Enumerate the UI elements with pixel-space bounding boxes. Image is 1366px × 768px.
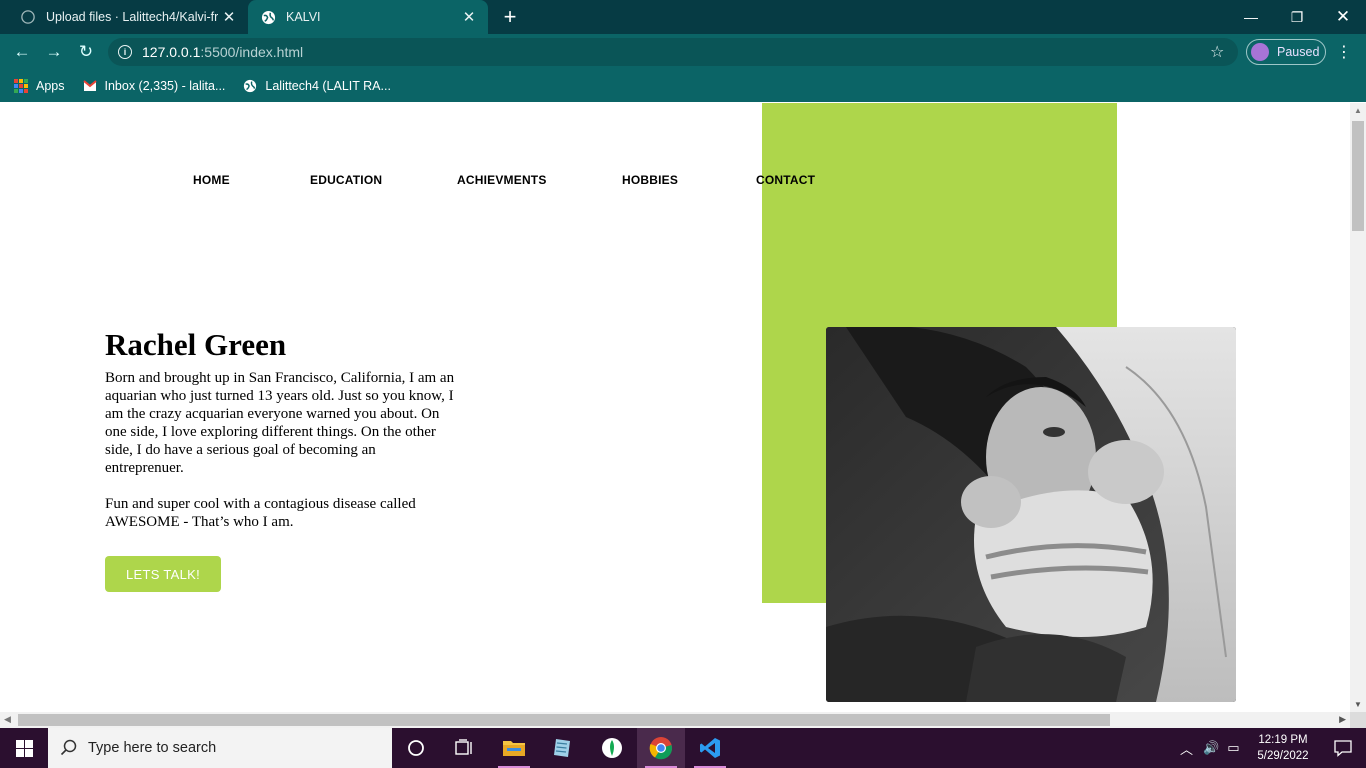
close-icon[interactable]: ✕ — [218, 6, 240, 28]
folder-icon — [503, 741, 525, 756]
close-window-button[interactable]: ✕ — [1320, 0, 1366, 34]
close-icon[interactable]: ✕ — [458, 6, 480, 28]
task-view-button[interactable] — [440, 728, 488, 768]
nav-home[interactable]: HOME — [193, 173, 230, 187]
scroll-right-icon[interactable]: ▶ — [1339, 714, 1346, 725]
mongodb-icon — [602, 738, 622, 758]
info-icon[interactable]: i — [118, 45, 132, 59]
url-path: :5500/index.html — [200, 44, 304, 60]
notification-icon — [1334, 740, 1352, 757]
browser-toolbar: ← → ↻ i 127.0.0.1:5500/index.html ☆ Paus… — [0, 34, 1366, 70]
chrome-icon — [649, 737, 673, 760]
hero-name: Rachel Green — [105, 327, 287, 362]
minimize-button[interactable]: — — [1228, 0, 1274, 34]
mongodb-button[interactable] — [588, 728, 636, 768]
system-tray: ︿ 🔊 ▭ — [1180, 728, 1240, 768]
screen: Upload files · Lalittech4/Kalvi-front ✕ … — [0, 0, 1366, 768]
notification-center-button[interactable] — [1320, 728, 1366, 768]
chrome-button[interactable] — [637, 728, 685, 768]
bookmarks-bar: Apps Inbox (2,335) - lalita... Lalittech… — [0, 70, 1366, 102]
clock-date: 5/29/2022 — [1257, 750, 1309, 762]
battery-icon[interactable]: ▭ — [1227, 740, 1239, 756]
file-explorer-button[interactable] — [490, 728, 538, 768]
profile-label: Paused — [1277, 45, 1320, 59]
page-viewport: HOME EDUCATION ACHIEVMENTS HOBBIES CONTA… — [0, 103, 1350, 712]
bookmark-inbox[interactable]: Inbox (2,335) - lalita... — [82, 79, 226, 93]
bio-paragraph-1: Born and brought up in San Francisco, Ca… — [105, 370, 455, 476]
kebab-menu-icon[interactable]: ⋮ — [1336, 42, 1352, 62]
bookmark-star-icon[interactable]: ☆ — [1210, 42, 1224, 62]
notepad-button[interactable] — [538, 728, 586, 768]
search-placeholder: Type here to search — [88, 740, 217, 756]
tab-upload-files[interactable]: Upload files · Lalittech4/Kalvi-front ✕ — [8, 0, 248, 34]
restore-button[interactable]: ❐ — [1274, 0, 1320, 34]
reload-button[interactable]: ↻ — [74, 40, 98, 64]
avatar — [1251, 43, 1269, 61]
taskbar-search[interactable]: Type here to search — [48, 728, 392, 768]
scroll-up-icon[interactable]: ▲ — [1354, 106, 1362, 115]
cortana-icon — [408, 740, 424, 756]
vertical-scroll-thumb[interactable] — [1352, 121, 1364, 231]
forward-button[interactable]: → — [42, 40, 66, 64]
gmail-icon — [82, 79, 97, 93]
lets-talk-button[interactable]: LETS TALK! — [105, 556, 221, 592]
clock[interactable]: 12:19 PM 5/29/2022 — [1250, 732, 1316, 764]
back-button[interactable]: ← — [10, 40, 34, 64]
bookmark-apps[interactable]: Apps — [14, 79, 65, 93]
start-button[interactable] — [0, 728, 48, 768]
site-nav: HOME EDUCATION ACHIEVMENTS HOBBIES CONTA… — [0, 173, 1350, 189]
vertical-scrollbar[interactable]: ▲ ▼ — [1350, 103, 1366, 712]
bookmark-label: Apps — [36, 79, 65, 93]
globe-icon — [260, 9, 276, 25]
globe-icon — [243, 79, 257, 93]
windows-icon — [15, 739, 33, 757]
nav-contact[interactable]: CONTACT — [756, 173, 815, 187]
nav-education[interactable]: EDUCATION — [310, 173, 382, 187]
scroll-down-icon[interactable]: ▼ — [1354, 700, 1362, 709]
bio-paragraph-2: Fun and super cool with a contagious dis… — [105, 496, 416, 530]
vscode-icon — [700, 738, 720, 758]
horizontal-scrollbar[interactable]: ◀ ▶ — [0, 712, 1350, 728]
bookmark-lalittech4[interactable]: Lalittech4 (LALIT RA... — [243, 79, 391, 93]
profile-photo — [826, 327, 1236, 702]
task-view-icon — [455, 739, 472, 755]
new-tab-button[interactable]: + — [498, 5, 522, 29]
hero-bio: Born and brought up in San Francisco, Ca… — [105, 369, 455, 549]
address-bar[interactable]: i 127.0.0.1:5500/index.html — [108, 38, 1238, 66]
clock-time: 12:19 PM — [1258, 734, 1308, 746]
search-icon — [60, 739, 77, 756]
show-hidden-icons-icon[interactable]: ︿ — [1180, 739, 1193, 758]
tab-title: Upload files · Lalittech4/Kalvi-front — [46, 10, 218, 24]
tab-kalvi[interactable]: KALVI ✕ — [248, 0, 488, 34]
tab-title: KALVI — [286, 10, 321, 24]
url-host: 127.0.0.1 — [142, 44, 201, 60]
github-icon — [20, 9, 36, 25]
nav-hobbies[interactable]: HOBBIES — [622, 173, 678, 187]
apps-grid-icon — [14, 79, 28, 93]
bookmark-label: Inbox (2,335) - lalita... — [104, 79, 226, 93]
volume-icon[interactable]: 🔊 — [1203, 740, 1219, 756]
tab-strip: Upload files · Lalittech4/Kalvi-front ✕ … — [0, 0, 1366, 34]
nav-achievements[interactable]: ACHIEVMENTS — [457, 173, 547, 187]
bookmark-label: Lalittech4 (LALIT RA... — [265, 79, 391, 93]
profile-button[interactable]: Paused — [1246, 39, 1326, 65]
scroll-corner — [1350, 712, 1366, 728]
horizontal-scroll-thumb[interactable] — [18, 714, 1110, 726]
cortana-button[interactable] — [392, 728, 440, 768]
notepad-icon — [554, 739, 570, 757]
scroll-left-icon[interactable]: ◀ — [4, 714, 11, 725]
vscode-button[interactable] — [686, 728, 734, 768]
taskbar: Type here to search ︿ 🔊 ▭ 12:19 PM 5/29/… — [0, 728, 1366, 768]
